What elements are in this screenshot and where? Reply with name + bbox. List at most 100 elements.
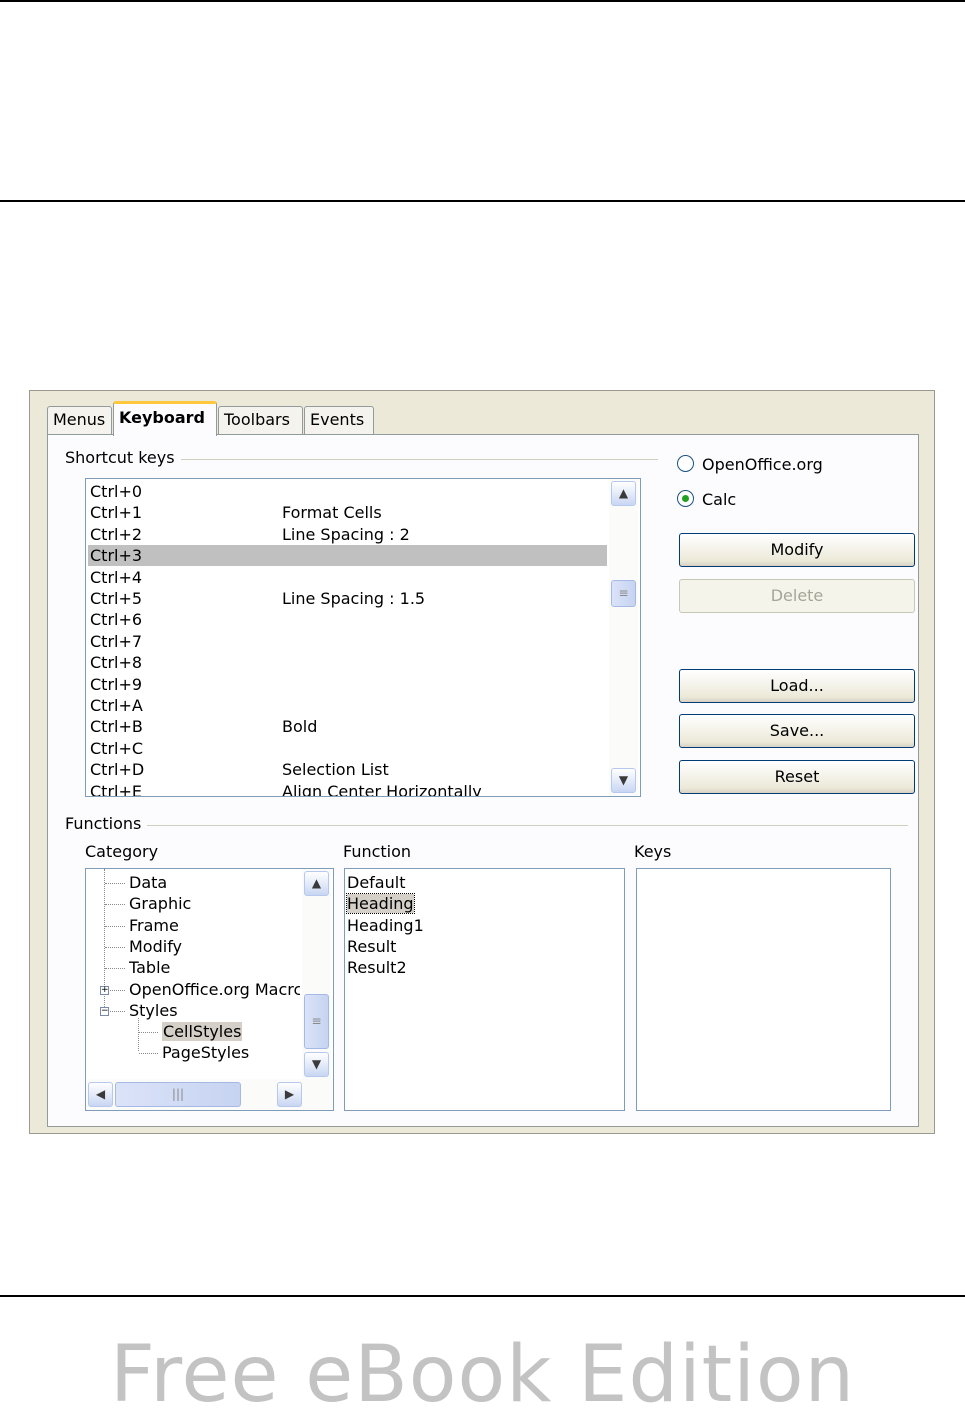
category-item[interactable]: PageStyles	[162, 1042, 249, 1063]
functions-label: Functions	[65, 814, 148, 833]
category-scrollbar[interactable]: ▲ ≡ ▼	[302, 869, 331, 1079]
function-item[interactable]: Default	[347, 872, 405, 893]
tab-keyboard[interactable]: Keyboard	[113, 401, 217, 436]
tree-connector	[138, 1018, 139, 1052]
shortcut-function: Selection List	[282, 760, 389, 780]
category-hscrollbar[interactable]: ◀ ||| ▶	[86, 1079, 333, 1110]
shortcut-scrollbar[interactable]: ▲ ≡ ▼	[609, 479, 638, 796]
shortcut-row[interactable]: Ctrl+7	[88, 631, 607, 652]
scroll-thumb[interactable]: ≡	[611, 580, 636, 607]
function-item[interactable]: Result2	[347, 957, 407, 978]
footer-rule	[0, 1295, 965, 1297]
functions-divider	[68, 825, 908, 826]
category-item-label: Styles	[129, 1000, 178, 1020]
function-item[interactable]: Result	[347, 936, 396, 957]
scroll-up-arrow-icon[interactable]: ▲	[611, 481, 636, 506]
tree-connector	[105, 925, 125, 927]
shortcut-function: Align Center Horizontally	[282, 781, 482, 797]
shortcut-keys-list[interactable]: Ctrl+0 Ctrl+1 Format Cells Ctrl+2 Line Spaci…	[85, 478, 641, 797]
shortcut-key: Ctrl+C	[90, 738, 144, 758]
category-item[interactable]: Styles	[129, 1000, 178, 1021]
modify-button[interactable]: Modify	[679, 533, 915, 567]
top-rule	[0, 0, 965, 2]
category-item-label: PageStyles	[162, 1043, 250, 1063]
load-button[interactable]: Load...	[679, 669, 915, 703]
shortcut-row[interactable]: Ctrl+C	[88, 738, 607, 759]
shortcut-function: Bold	[282, 717, 318, 737]
tree-connector	[139, 1053, 158, 1055]
shortcut-row[interactable]: Ctrl+E Align Center Horizontally	[88, 781, 607, 797]
category-item[interactable]: Data	[129, 872, 167, 893]
shortcut-row[interactable]: Ctrl+4	[88, 567, 607, 588]
radio-off-icon	[677, 455, 694, 472]
delete-button[interactable]: Delete	[679, 579, 915, 613]
shortcut-key: Ctrl+2	[90, 524, 143, 544]
shortcut-row[interactable]: Ctrl+8	[88, 652, 607, 673]
reset-button[interactable]: Reset	[679, 760, 915, 794]
category-item-label: OpenOffice.org Macrc	[129, 979, 300, 999]
tab-toolbars[interactable]: Toolbars	[218, 406, 303, 434]
function-item[interactable]: Heading	[346, 893, 415, 915]
category-item-label: Table	[129, 958, 171, 978]
shortcut-key: Ctrl+4	[90, 567, 143, 587]
shortcut-row[interactable]: Ctrl+2 Line Spacing : 2	[88, 524, 607, 545]
category-item-label: Frame	[129, 915, 179, 935]
category-item[interactable]: Modify	[129, 936, 182, 957]
shortcut-key: Ctrl+E	[90, 781, 142, 797]
shortcut-row[interactable]: Ctrl+6	[88, 609, 607, 630]
category-item[interactable]: Frame	[129, 915, 179, 936]
function-item-label: Result	[347, 936, 397, 956]
tab-events[interactable]: Events	[304, 406, 374, 434]
shortcut-key: Ctrl+5	[90, 589, 143, 608]
save-button[interactable]: Save...	[679, 714, 915, 748]
shortcut-key: Ctrl+8	[90, 653, 143, 673]
radio-openoffice-label: OpenOffice.org	[702, 455, 823, 474]
keys-list[interactable]	[636, 868, 891, 1111]
function-item-label: Heading	[346, 893, 415, 915]
collapse-icon[interactable]: −	[100, 1006, 109, 1016]
scroll-left-arrow-icon[interactable]: ◀	[88, 1082, 113, 1107]
category-item[interactable]: Graphic	[129, 893, 191, 914]
function-item-label: Heading1	[347, 915, 424, 935]
radio-calc-label: Calc	[702, 490, 737, 509]
shortcut-row[interactable]: Ctrl+5 Line Spacing : 1.5	[88, 588, 607, 609]
tree-connector	[105, 883, 125, 884]
shortcut-row[interactable]: Ctrl+D Selection List	[88, 759, 607, 780]
scroll-up-arrow-icon[interactable]: ▲	[304, 871, 329, 896]
header-rule	[0, 200, 965, 202]
expand-icon[interactable]: +	[100, 985, 109, 995]
category-item[interactable]: CellStyles	[162, 1021, 243, 1042]
shortcut-function: Format Cells	[282, 503, 382, 523]
hscroll-thumb[interactable]: |||	[115, 1082, 241, 1107]
footer-watermark: Free eBook Edition	[109, 1330, 856, 1420]
tree-connector	[139, 1032, 158, 1034]
category-item-label: Graphic	[129, 894, 192, 914]
scroll-down-arrow-icon[interactable]: ▼	[611, 768, 636, 793]
shortcut-row[interactable]: Ctrl+3	[88, 545, 607, 567]
scroll-right-arrow-icon[interactable]: ▶	[277, 1082, 302, 1107]
shortcut-row[interactable]: Ctrl+9	[88, 674, 607, 695]
category-item-label: Data	[129, 873, 168, 892]
function-item[interactable]: Heading1	[347, 915, 424, 936]
shortcut-key: Ctrl+9	[90, 674, 143, 694]
category-tree[interactable]: Data Graphic Frame Modify Table + OpenOffice.o…	[85, 868, 334, 1111]
shortcut-key: Ctrl+D	[90, 760, 145, 780]
shortcut-row[interactable]: Ctrl+B Bold	[88, 716, 607, 737]
scroll-down-arrow-icon[interactable]: ▼	[304, 1052, 329, 1077]
category-item[interactable]: Table	[129, 957, 170, 978]
shortcut-function: Line Spacing : 1.5	[282, 589, 426, 608]
category-item-label: Modify	[129, 936, 183, 956]
radio-calc[interactable]: Calc	[677, 489, 736, 511]
shortcut-row[interactable]: Ctrl+A	[88, 695, 607, 716]
function-list[interactable]: Default Heading Heading1 Result Result2	[344, 868, 625, 1111]
shortcut-key: Ctrl+7	[90, 631, 143, 651]
scroll-thumb[interactable]: ≡	[304, 994, 329, 1049]
shortcut-key: Ctrl+3	[90, 546, 143, 566]
radio-openoffice[interactable]: OpenOffice.org	[677, 454, 823, 476]
function-item-label: Default	[347, 873, 406, 892]
shortcut-row[interactable]: Ctrl+1 Format Cells	[88, 502, 607, 523]
tree-connector	[105, 946, 125, 948]
tab-menus[interactable]: Menus	[47, 406, 112, 434]
category-item[interactable]: OpenOffice.org Macrc	[129, 979, 300, 1000]
shortcut-row[interactable]: Ctrl+0	[88, 481, 607, 502]
